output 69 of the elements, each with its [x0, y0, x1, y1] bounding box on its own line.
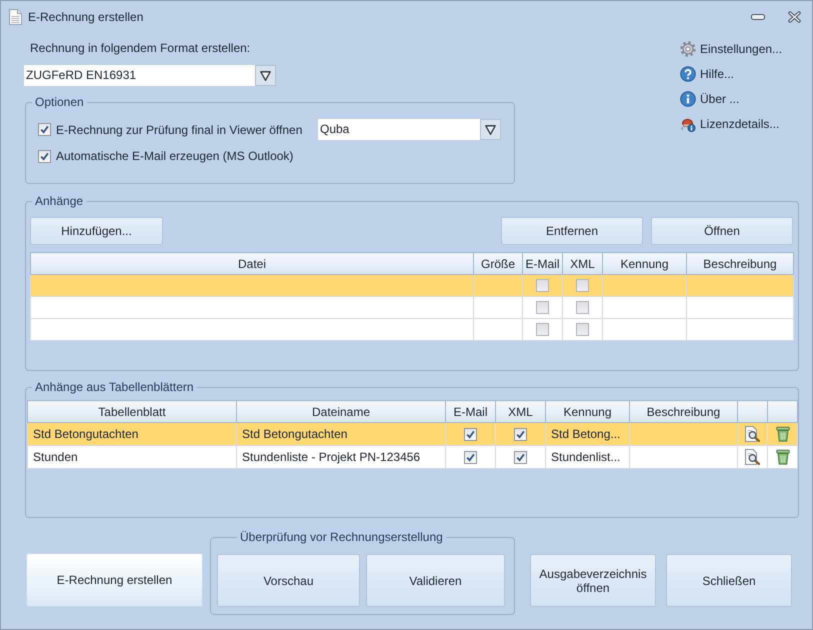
checkbox[interactable] [576, 279, 589, 292]
help-icon [680, 66, 696, 82]
format-field[interactable]: ZUGFeRD EN16931 [24, 65, 255, 86]
column-header: Größe [474, 252, 522, 274]
column-header: Beschreibung [686, 252, 794, 274]
table-cell: Stunden [33, 450, 78, 464]
group-title: Anhänge aus Tabellenblättern [34, 379, 195, 395]
settings-link[interactable]: Einstellungen... [680, 36, 782, 61]
preview-button[interactable]: Vorschau [217, 554, 360, 607]
trash-icon[interactable] [776, 426, 790, 442]
dropdown-button[interactable] [255, 65, 276, 86]
group-title: Überprüfung vor Rechnungserstellung [239, 529, 444, 545]
column-header: E-Mail [522, 252, 562, 274]
close-button[interactable]: Schließen [666, 554, 792, 607]
minimize-icon[interactable] [751, 14, 765, 20]
column-header: XML [562, 252, 602, 274]
column-header: E-Mail [446, 400, 496, 422]
column-header: Kennung [602, 252, 686, 274]
info-icon [680, 90, 696, 106]
column-header [738, 400, 768, 422]
table-cell: Stundenliste - Projekt PN-123456 [242, 450, 420, 464]
column-header: XML [496, 400, 546, 422]
table-row[interactable]: Std Betongutachten Std Betongutachten Std Betong... [28, 422, 798, 446]
document-search-icon[interactable] [745, 426, 760, 442]
viewer-field[interactable]: Quba [318, 119, 480, 140]
checkbox-label: E-Rechnung zur Prüfung final in Viewer öffnen [56, 122, 304, 138]
add-button[interactable]: Hinzufügen... [30, 217, 163, 245]
about-link[interactable]: Über ... [680, 86, 740, 111]
document-icon [9, 9, 22, 25]
checkbox-label: Automatische E-Mail erzeugen (MS Outlook) [56, 148, 294, 164]
checkbox[interactable] [536, 301, 549, 314]
checkbox[interactable] [536, 279, 549, 292]
trash-icon[interactable] [776, 449, 790, 465]
window-title: E-Rechnung erstellen [28, 8, 144, 24]
open-button[interactable]: Öffnen [651, 217, 793, 245]
table-row[interactable]: Stunden Stundenliste - Projekt PN-123456 Stundenlist... [28, 446, 798, 468]
checkbox[interactable] [576, 323, 589, 336]
table-cell: Std Betong... [551, 427, 620, 441]
column-header: Beschreibung [630, 400, 738, 422]
group-title: Optionen [34, 94, 85, 110]
create-invoice-button[interactable]: E-Rechnung erstellen [26, 553, 203, 607]
checkbox[interactable] [536, 323, 549, 336]
checkbox[interactable] [514, 450, 527, 464]
remove-button[interactable]: Entfernen [501, 217, 643, 245]
table-cell: Stundenlist... [551, 450, 620, 464]
caret-icon [485, 124, 496, 134]
checkbox[interactable] [464, 450, 477, 464]
close-icon[interactable] [788, 10, 801, 22]
output-folder-button[interactable]: Ausgabeverzeichnis öffnen [530, 554, 656, 607]
license-link[interactable]: Lizenzdetails... [680, 111, 780, 136]
dropdown-button[interactable] [480, 119, 501, 140]
validate-button[interactable]: Validieren [366, 554, 505, 607]
caret-icon [260, 70, 271, 80]
table-cell: Std Betongutachten [242, 427, 348, 441]
column-header: Tabellenblatt [28, 400, 236, 422]
column-header: Kennung [546, 400, 630, 422]
checkbox[interactable] [576, 301, 589, 314]
checkbox[interactable] [464, 428, 477, 440]
checkbox[interactable] [38, 150, 51, 162]
gear-icon [680, 40, 696, 56]
checkbox[interactable] [514, 428, 527, 440]
format-label: Rechnung in folgendem Format erstellen: [30, 40, 252, 56]
group-title: Anhänge [34, 193, 84, 209]
column-header: Datei [30, 252, 474, 274]
document-search-icon[interactable] [745, 449, 760, 465]
checkbox[interactable] [38, 123, 51, 136]
table-cell: Std Betongutachten [33, 427, 138, 441]
help-link[interactable]: Hilfe... [680, 61, 734, 86]
column-header: Dateiname [236, 400, 446, 422]
